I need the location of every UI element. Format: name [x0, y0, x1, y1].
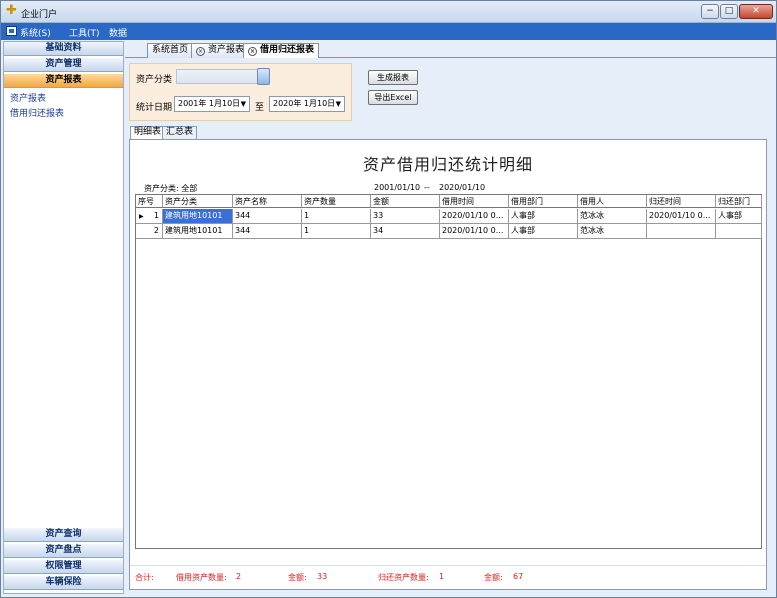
minimize-button[interactable]: − — [701, 4, 719, 19]
summary-total-label: 合计: — [135, 573, 154, 582]
app-logo-icon: ✚ — [6, 3, 17, 18]
filter-panel: 资产分类 统计日期 2001年 1月10日 ▼ 至 2020年 1月10日 ▼ — [129, 63, 352, 121]
report-period-start: 2001/01/10 — [374, 183, 421, 192]
table-cell-borrower[interactable]: 范冰冰 — [578, 224, 647, 239]
table-cell-borrow-time[interactable]: 2020/01/10 0... — [440, 209, 509, 224]
tab-home-label: 系统首页 — [152, 45, 189, 55]
summary-return-amount-label: 金额: — [484, 573, 503, 582]
tab-detail[interactable]: 明细表 — [130, 126, 166, 139]
table-cell-category[interactable]: 建筑用地10101 — [163, 209, 233, 224]
tab-summary[interactable]: 汇总表 — [162, 126, 198, 139]
column-header-quantity[interactable]: 资产数量 — [302, 195, 371, 208]
menu-system[interactable]: 系统(S) — [20, 26, 51, 39]
end-date-picker[interactable]: 2020年 1月10日 ▼ — [269, 96, 345, 112]
sidebar: 基础资料 资产管理 资产报表 资产报表 借用归还报表 资产查询 资产盘点 权限管… — [3, 41, 124, 594]
column-header-index[interactable]: 序号 — [136, 195, 163, 208]
summary-return-amount: 67 — [513, 572, 524, 581]
table-cell-borrow-dept[interactable]: 人事部 — [509, 224, 578, 239]
report-category-info: 资产分类: 全部 — [144, 184, 198, 193]
document-tabs: 系统首页 × 资产报表 × 借用归还报表 — [125, 41, 776, 58]
column-header-borrower[interactable]: 借用人 — [578, 195, 647, 208]
start-date-value: 2001年 1月10日 — [178, 99, 241, 108]
table-cell-borrower[interactable]: 范冰冰 — [578, 209, 647, 224]
end-date-value: 2020年 1月10日 — [273, 99, 336, 108]
table-cell-quantity[interactable]: 1 — [302, 224, 371, 239]
summary-return-qty-label: 归还资产数量: — [378, 573, 429, 582]
table-cell-index[interactable]: 2 — [136, 224, 163, 239]
table-cell-amount[interactable]: 34 — [371, 224, 440, 239]
menu-tools[interactable]: 工具(T) — [69, 26, 100, 39]
column-header-return-time[interactable]: 归还时间 — [647, 195, 716, 208]
sidebar-group-permissions[interactable]: 权限管理 — [4, 560, 123, 574]
menu-data[interactable]: 数据 — [109, 26, 127, 39]
category-input[interactable] — [176, 69, 262, 84]
close-icon[interactable]: × — [196, 47, 205, 56]
chevron-down-icon: ▼ — [335, 100, 341, 108]
tab-borrow-report-label: 借用归还报表 — [260, 45, 315, 55]
table-cell-category[interactable]: 建筑用地10101 — [163, 224, 233, 239]
menu-bar: 系统(S) 工具(T) 数据 — [1, 23, 776, 40]
maximize-button[interactable]: □ — [720, 4, 738, 19]
column-header-category[interactable]: 资产分类 — [163, 195, 233, 208]
report-title: 资产借用归还统计明细 — [362, 155, 533, 174]
summary-borrow-amount-label: 金额: — [288, 573, 307, 582]
summary-borrow-qty: 2 — [236, 572, 242, 581]
window-title: 企业门户 — [21, 10, 58, 20]
generate-report-button[interactable]: 生成报表 — [368, 70, 418, 85]
tab-asset-report-label: 资产报表 — [208, 45, 245, 55]
date-to-label: 至 — [255, 103, 265, 113]
table-cell-borrow-dept[interactable]: 人事部 — [509, 209, 578, 224]
app-window: ✚ 企业门户 − □ ✕ 系统(S) 工具(T) 数据 基础资料 资产管理 资产… — [0, 0, 777, 598]
table-cell-name[interactable]: 344 — [233, 209, 302, 224]
start-date-picker[interactable]: 2001年 1月10日 ▼ — [174, 96, 250, 112]
table-cell-return-dept[interactable]: 人事部 — [716, 209, 762, 224]
table-cell-borrow-time[interactable]: 2020/01/10 0... — [440, 224, 509, 239]
sidebar-group-asset-query[interactable]: 资产查询 — [4, 528, 123, 542]
close-icon[interactable]: × — [248, 47, 257, 56]
table-cell-return-time[interactable]: 2020/01/10 0... — [647, 209, 716, 224]
sidebar-group-vehicle-insurance[interactable]: 车辆保险 — [4, 576, 123, 590]
report-panel: 资产借用归还统计明细 资产分类: 全部 2001/01/10 -- 2020/0… — [129, 139, 767, 590]
summary-borrow-qty-label: 借用资产数量: — [176, 573, 227, 582]
tab-borrow-report[interactable]: × 借用归还报表 — [243, 43, 320, 58]
table-cell-return-dept[interactable] — [716, 224, 762, 239]
category-label: 资产分类 — [136, 75, 173, 85]
sidebar-group-asset-management[interactable]: 资产管理 — [4, 58, 123, 72]
summary-borrow-amount: 33 — [317, 572, 328, 581]
sidebar-group-asset-report[interactable]: 资产报表 — [4, 74, 123, 88]
detail-grid[interactable]: 序号 资产分类 资产名称 资产数量 金额 借用时间 借用部门 借用人 归还时间 归还部门 1 建筑用地… — [135, 194, 762, 549]
title-bar: ✚ 企业门户 − □ ✕ — [1, 1, 776, 23]
current-row-marker-icon: ▶ — [139, 213, 144, 220]
summary-bar: 合计: 借用资产数量: 2 金额: 33 归还资产数量: 1 金额: 67 — [130, 565, 766, 585]
report-period-end: 2020/01/10 — [439, 183, 486, 192]
table-cell-return-time[interactable] — [647, 224, 716, 239]
chevron-down-icon: ▼ — [240, 100, 246, 108]
tab-asset-report[interactable]: × 资产报表 — [191, 43, 250, 58]
column-header-borrow-time[interactable]: 借用时间 — [440, 195, 509, 208]
table-cell-amount[interactable]: 33 — [371, 209, 440, 224]
sidebar-group-asset-inventory[interactable]: 资产盘点 — [4, 544, 123, 558]
tab-home[interactable]: 系统首页 — [147, 43, 194, 58]
sidebar-link-borrow-report[interactable]: 借用归还报表 — [10, 106, 64, 119]
column-header-borrow-dept[interactable]: 借用部门 — [509, 195, 578, 208]
table-cell-name[interactable]: 344 — [233, 224, 302, 239]
table-cell-quantity[interactable]: 1 — [302, 209, 371, 224]
system-menu-icon — [6, 26, 17, 36]
close-button[interactable]: ✕ — [739, 4, 773, 19]
column-header-return-dept[interactable]: 归还部门 — [716, 195, 762, 208]
date-label: 统计日期 — [136, 103, 173, 113]
sidebar-link-asset-report[interactable]: 资产报表 — [10, 91, 46, 104]
column-header-amount[interactable]: 金额 — [371, 195, 440, 208]
export-excel-button[interactable]: 导出Excel — [368, 90, 418, 105]
category-picker-button[interactable] — [257, 68, 270, 85]
summary-return-qty: 1 — [439, 572, 445, 581]
report-period-separator: -- — [424, 183, 430, 192]
column-header-name[interactable]: 资产名称 — [233, 195, 302, 208]
sidebar-group-basic-data[interactable]: 基础资料 — [4, 42, 123, 56]
